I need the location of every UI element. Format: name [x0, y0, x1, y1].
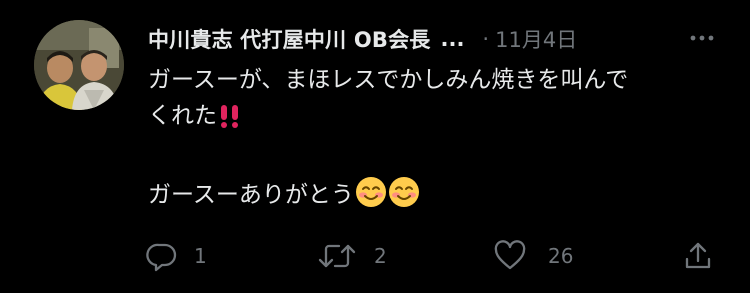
reply-count: 1	[194, 244, 207, 268]
avatar[interactable]	[34, 20, 124, 110]
share-button[interactable]	[682, 236, 714, 276]
tweet[interactable]: 中川貴志 代打屋中川 OB会長 ... · 11月4日 ガースーが、まほレスでか…	[0, 0, 750, 293]
avatar-photo	[34, 20, 124, 110]
share-icon	[685, 242, 711, 269]
retweet-icon	[318, 244, 356, 268]
tweet-line: ガースーが、まほレスでかしみん焼きを叫んで	[148, 67, 629, 93]
double-exclamation-emoji: ‼️	[218, 103, 242, 140]
retweet-button[interactable]: 2	[318, 236, 387, 276]
tweet-line: ガースーありがとう	[148, 182, 354, 208]
reply-icon	[146, 243, 177, 272]
like-icon	[494, 240, 526, 270]
retweet-count: 2	[374, 244, 387, 268]
reply-button[interactable]: 1	[146, 236, 207, 276]
tweet-date[interactable]: 11月4日	[495, 24, 577, 54]
author-display-name[interactable]: 中川貴志 代打屋中川 OB会長	[148, 24, 430, 54]
smiling-face-icon: 😊	[355, 177, 386, 207]
tweet-line-with-emoji: ガースーありがとう😊😊	[148, 176, 728, 219]
tweet-line: くれた	[148, 103, 217, 129]
tweet-action-bar: 1 2 26	[0, 236, 750, 276]
more-options-icon	[690, 35, 714, 41]
smiling-face-emoji: 😊	[355, 176, 387, 219]
name-truncation: ...	[440, 27, 465, 51]
tweet-header: 中川貴志 代打屋中川 OB会長 ... · 11月4日	[148, 22, 577, 56]
like-button[interactable]: 26	[494, 236, 573, 276]
tweet-text: ガースーが、まほレスでかしみん焼きを叫んで くれた‼️ ガースーありがとう😊😊	[148, 62, 728, 219]
more-options-button[interactable]	[684, 28, 720, 48]
like-count: 26	[548, 244, 574, 268]
smiling-face-emoji: 😊	[388, 176, 420, 219]
double-exclamation-icon: ‼️	[221, 105, 238, 128]
separator-dot: ·	[482, 27, 490, 51]
tweet-line-with-emoji: くれた‼️	[148, 98, 728, 140]
smiling-face-icon: 😊	[388, 177, 419, 207]
